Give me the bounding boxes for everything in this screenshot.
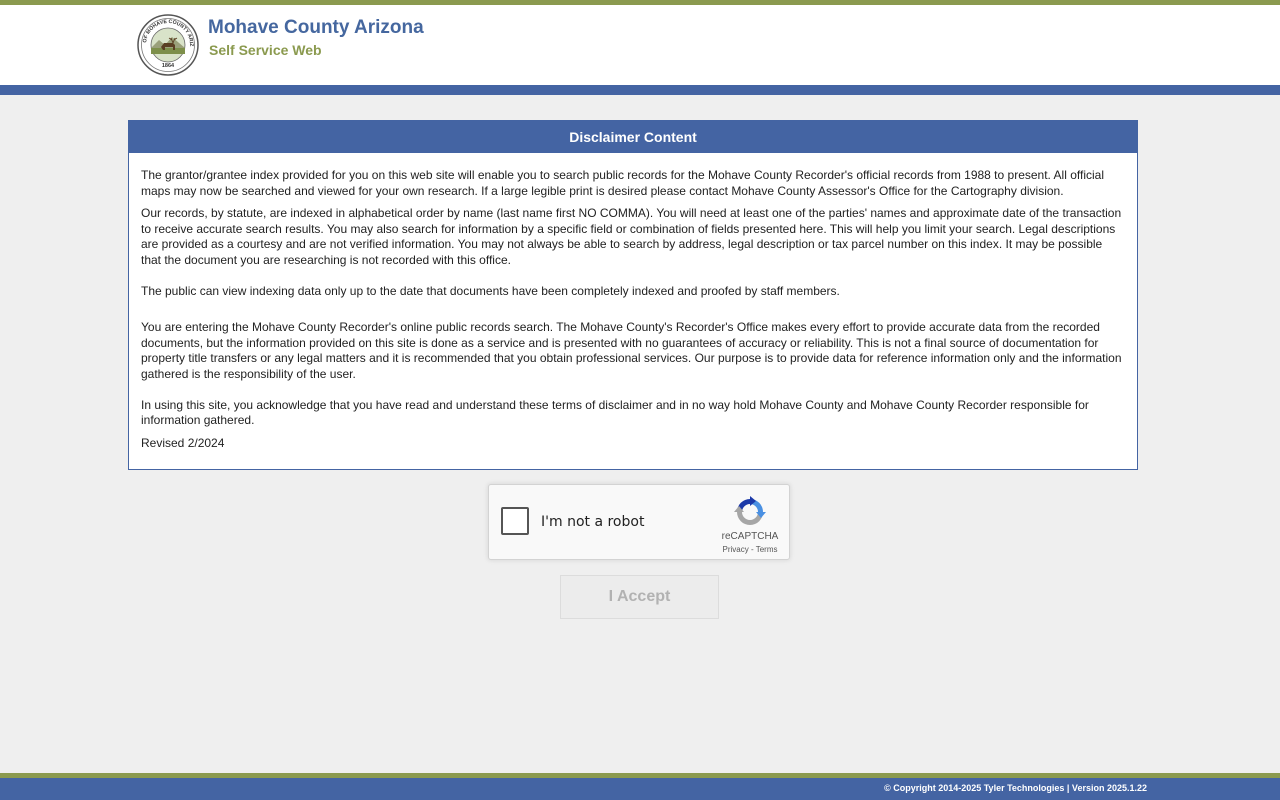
recaptcha-logo-icon xyxy=(734,496,766,525)
recaptcha-terms-link[interactable]: Terms xyxy=(756,545,778,554)
site-title: Mohave County Arizona xyxy=(208,17,424,38)
recaptcha-checkbox[interactable] xyxy=(501,507,529,535)
disclaimer-heading: Disclaimer Content xyxy=(129,121,1137,153)
recaptcha-link-separator: - xyxy=(748,545,756,554)
disclaimer-paragraph: The grantor/grantee index provided for y… xyxy=(141,168,1105,198)
copyright-text: © Copyright 2014-2025 Tyler Technologies… xyxy=(884,783,1147,793)
county-seal-icon: SEAL OF MOHAVE COUNTY ARIZONA 1864 xyxy=(137,14,199,76)
accept-button[interactable]: I Accept xyxy=(560,575,719,619)
header-accent-bar xyxy=(0,85,1280,95)
recaptcha-brand: reCAPTCHA xyxy=(721,531,779,542)
disclaimer-body: The grantor/grantee index provided for y… xyxy=(129,153,1137,451)
disclaimer-paragraph: You are entering the Mohave County Recor… xyxy=(141,320,1122,381)
disclaimer-panel: Disclaimer Content The grantor/grantee i… xyxy=(128,120,1138,470)
recaptcha-links: Privacy - Terms xyxy=(713,545,787,554)
recaptcha-widget: I'm not a robot reCAPTCHA Privacy - Term… xyxy=(488,484,790,560)
revised-date: Revised 2/2024 xyxy=(141,435,225,450)
seal-year-text: 1864 xyxy=(162,63,175,69)
disclaimer-paragraph: The public can view indexing data only u… xyxy=(141,283,840,298)
disclaimer-paragraph: In using this site, you acknowledge that… xyxy=(141,397,1089,428)
recaptcha-privacy-link[interactable]: Privacy xyxy=(723,545,749,554)
site-subtitle: Self Service Web xyxy=(209,42,322,58)
site-footer: © Copyright 2014-2025 Tyler Technologies… xyxy=(0,778,1280,800)
recaptcha-label: I'm not a robot xyxy=(541,514,645,530)
disclaimer-paragraph: Our records, by statute, are indexed in … xyxy=(141,206,1122,267)
